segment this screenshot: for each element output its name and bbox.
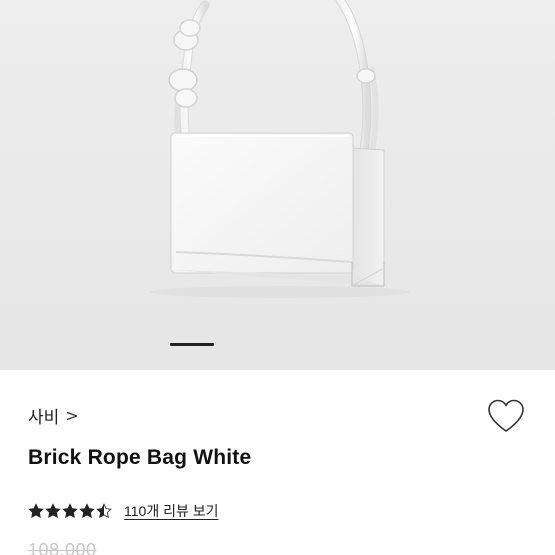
brand-name: 사비 — [28, 407, 60, 427]
wishlist-button[interactable] — [486, 398, 526, 434]
product-image-gallery[interactable] — [0, 0, 555, 370]
star-rating — [28, 503, 112, 519]
star-icon — [28, 503, 44, 519]
review-link[interactable]: 110개 리뷰 보기 — [124, 501, 219, 521]
star-icon — [96, 503, 112, 519]
product-photo — [150, 0, 410, 298]
star-icon — [45, 503, 61, 519]
product-info: 사비 > Brick Rope Bag White 110개 리뷰 보기 108… — [0, 370, 555, 555]
original-price: 108,000 — [28, 540, 97, 555]
star-icon — [79, 503, 95, 519]
carousel-indicator[interactable] — [170, 343, 214, 346]
product-title: Brick Rope Bag White — [28, 446, 252, 469]
rating-row: 110개 리뷰 보기 — [28, 500, 219, 522]
brand-link[interactable]: 사비 > — [28, 403, 79, 427]
star-icon — [62, 503, 78, 519]
chevron-right-icon: > — [65, 405, 79, 425]
heart-outline-icon — [488, 399, 524, 432]
